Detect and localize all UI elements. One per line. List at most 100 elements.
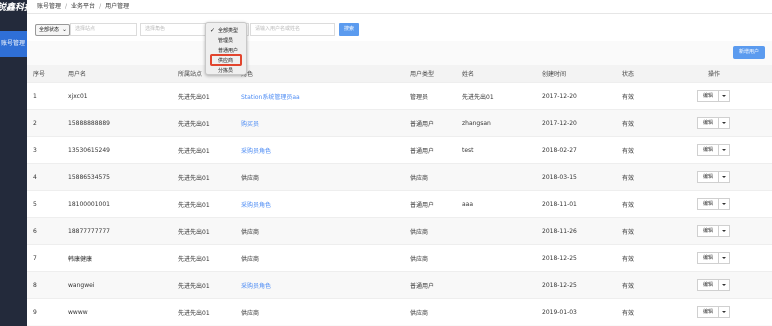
dropdown-option-all-types[interactable]: ✓ 全部类型 — [206, 26, 248, 36]
col-header-status: 状态 — [622, 71, 635, 78]
cell-status: 有效 — [622, 93, 635, 101]
caret-down-icon[interactable] — [719, 306, 730, 318]
site-input[interactable]: 选择站点 — [70, 23, 137, 36]
cell-site: 先进先出01 — [178, 93, 210, 101]
caret-down-icon[interactable] — [719, 90, 730, 102]
cell-status: 有效 — [622, 228, 635, 236]
cell-username: 韩康健康 — [68, 255, 93, 263]
col-header-actions: 操作 — [708, 71, 721, 78]
table-row: 3 13530615249 先进先出01 采购员角色 普通用户 test 2018-02-2… — [27, 136, 772, 163]
table-row: 6 18877777777 先进先出01 供应商 供应商 2018-11-26 有效 编辑 — [27, 217, 772, 244]
cell-created: 2018-03-15 — [542, 173, 577, 181]
caret-down-icon[interactable] — [719, 252, 730, 264]
cell-user-type: 供应商 — [410, 309, 429, 317]
cell-user-type: 供应商 — [410, 174, 429, 182]
cell-user-type: 供应商 — [410, 255, 429, 263]
cell-username: 18100001001 — [68, 200, 110, 208]
edit-button[interactable]: 编辑 — [697, 279, 719, 291]
edit-button[interactable]: 编辑 — [697, 144, 719, 156]
cell-user-type: 供应商 — [410, 228, 429, 236]
dropdown-option-admin[interactable]: 管理员 — [206, 36, 248, 46]
cell-created: 2018-11-01 — [542, 200, 577, 208]
breadcrumb-separator: / — [99, 3, 102, 10]
edit-button[interactable]: 编辑 — [697, 225, 719, 237]
cell-username: 15888888889 — [68, 119, 110, 127]
cell-index: 8 — [33, 281, 37, 289]
caret-down-icon[interactable] — [719, 117, 730, 129]
caret-down-icon[interactable] — [719, 198, 730, 210]
dropdown-option-label: 全部类型 — [218, 28, 239, 34]
cell-username: xjxc01 — [68, 92, 88, 100]
cell-user-type: 管理员 — [410, 93, 429, 101]
cell-status: 有效 — [622, 174, 635, 182]
cell-index: 1 — [33, 92, 37, 100]
edit-button[interactable]: 编辑 — [697, 252, 719, 264]
role-link[interactable]: Station系统管理员aa — [241, 83, 300, 109]
table-row: 7 韩康健康 先进先出01 供应商 供应商 2018-12-25 有效 编辑 — [27, 244, 772, 271]
breadcrumb-item[interactable]: 账号管理 — [37, 3, 61, 10]
dropdown-option-sorter[interactable]: 分拣员 — [206, 66, 248, 76]
sidebar: 锐鑫科技 账号管理 — [0, 0, 27, 326]
status-select[interactable]: 全部状态 ⌄ — [35, 24, 70, 36]
edit-button[interactable]: 编辑 — [697, 306, 719, 318]
role-link[interactable]: 采购员角色 — [241, 191, 271, 217]
cell-index: 7 — [33, 254, 37, 262]
cell-username: 13530615249 — [68, 146, 110, 154]
cell-user-type: 普通用户 — [410, 282, 435, 290]
edit-button[interactable]: 编辑 — [697, 90, 719, 102]
col-header-site: 所属站点 — [178, 71, 203, 78]
edit-button[interactable]: 编辑 — [697, 117, 719, 129]
cell-index: 4 — [33, 173, 37, 181]
cell-status: 有效 — [622, 201, 635, 209]
cell-site: 先进先出01 — [178, 255, 210, 263]
search-button[interactable]: 搜索 — [339, 23, 359, 36]
cell-status: 有效 — [622, 255, 635, 263]
user-table-panel: 新增用户 序号 用户名 所属站点 角色 用户类型 姓名 创建时间 状态 操作 1… — [27, 41, 772, 326]
caret-down-icon[interactable] — [719, 279, 730, 291]
cell-role: 供应商 — [241, 174, 260, 182]
cell-site: 先进先出01 — [178, 282, 210, 290]
edit-button[interactable]: 编辑 — [697, 171, 719, 183]
top-bar: 账号管理 / 业务平台 / 用户管理 — [27, 0, 772, 14]
cell-site: 先进先出01 — [178, 201, 210, 209]
add-user-button[interactable]: 新增用户 — [733, 46, 765, 59]
keyword-placeholder: 请输入用户名或姓名 — [255, 26, 301, 32]
table-row: 1 xjxc01 先进先出01 Station系统管理员aa 管理员 先进先出01 2017… — [27, 82, 772, 109]
cell-status: 有效 — [622, 282, 635, 290]
table-row: 2 15888888889 先进先出01 购买员 普通用户 zhangsan 2017-12… — [27, 109, 772, 136]
table-row: 4 15886534575 先进先出01 供应商 供应商 2018-03-15 有效 编辑 — [27, 163, 772, 190]
cell-created: 2018-11-26 — [542, 227, 577, 235]
role-link[interactable]: 采购员角色 — [241, 137, 271, 163]
table-row: 8 wangwei 先进先出01 采购员角色 普通用户 2018-12-25 有效 编辑 — [27, 271, 772, 298]
cell-name: 先进先出01 — [462, 93, 494, 101]
col-header-user-type: 用户类型 — [410, 71, 435, 78]
highlight-box — [210, 54, 242, 66]
cell-index: 9 — [33, 308, 37, 316]
edit-button[interactable]: 编辑 — [697, 198, 719, 210]
cell-created: 2019-01-03 — [542, 308, 577, 316]
filter-bar: 全部状态 ⌄ 选择站点 选择角色 请输入用户名或姓名 搜索 — [27, 15, 772, 41]
role-link[interactable]: 采购员角色 — [241, 272, 271, 298]
cell-status: 有效 — [622, 120, 635, 128]
col-header-index: 序号 — [33, 71, 46, 78]
cell-created: 2018-12-25 — [542, 254, 577, 262]
cell-index: 6 — [33, 227, 37, 235]
cell-role: 供应商 — [241, 228, 260, 236]
sidebar-item-account-management[interactable]: 账号管理 — [0, 31, 27, 57]
cell-created: 2017-12-20 — [542, 119, 577, 127]
cell-site: 先进先出01 — [178, 228, 210, 236]
table-row: 5 18100001001 先进先出01 采购员角色 普通用户 aaa 2018-11-01… — [27, 190, 772, 217]
cell-user-type: 普通用户 — [410, 147, 435, 155]
breadcrumb-item[interactable]: 业务平台 — [71, 3, 95, 10]
role-link[interactable]: 购买员 — [241, 110, 259, 136]
role-input[interactable]: 选择角色 — [140, 23, 206, 36]
col-header-username: 用户名 — [68, 71, 87, 78]
cell-created: 2017-12-20 — [542, 92, 577, 100]
cell-site: 先进先出01 — [178, 174, 210, 182]
breadcrumb-separator: / — [65, 3, 68, 10]
keyword-input[interactable]: 请输入用户名或姓名 — [250, 23, 335, 36]
cell-name: test — [462, 146, 474, 154]
caret-down-icon[interactable] — [719, 144, 730, 156]
caret-down-icon[interactable] — [719, 225, 730, 237]
caret-down-icon[interactable] — [719, 171, 730, 183]
